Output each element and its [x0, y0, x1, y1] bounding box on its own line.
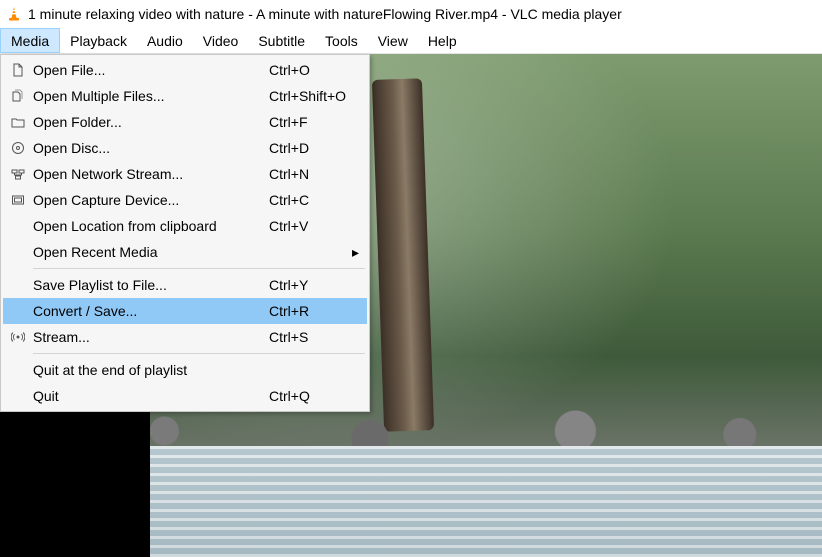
menu-item-label: Quit at the end of playlist [29, 362, 257, 378]
menu-item-shortcut: Ctrl+F [257, 114, 347, 130]
menu-item-shortcut: Ctrl+R [257, 303, 347, 319]
menu-item-label: Open Disc... [29, 140, 257, 156]
menu-item-label: Open Recent Media [29, 244, 257, 260]
menu-item-save-playlist[interactable]: Save Playlist to File... Ctrl+Y [3, 272, 367, 298]
menu-playback[interactable]: Playback [60, 28, 137, 53]
menu-item-open-recent-media[interactable]: Open Recent Media ▸ [3, 239, 367, 265]
media-menu-dropdown: Open File... Ctrl+O Open Multiple Files.… [0, 54, 370, 412]
menu-help[interactable]: Help [418, 28, 467, 53]
menu-item-open-network-stream[interactable]: Open Network Stream... Ctrl+N [3, 161, 367, 187]
files-icon [7, 89, 29, 103]
menu-item-quit[interactable]: Quit Ctrl+Q [3, 383, 367, 409]
menu-item-label: Open Location from clipboard [29, 218, 257, 234]
menu-item-open-location-clipboard[interactable]: Open Location from clipboard Ctrl+V [3, 213, 367, 239]
menu-separator [33, 268, 365, 269]
menu-tools[interactable]: Tools [315, 28, 368, 53]
menu-item-quit-end-playlist[interactable]: Quit at the end of playlist [3, 357, 367, 383]
submenu-arrow-icon: ▸ [347, 244, 359, 261]
menu-item-shortcut: Ctrl+O [257, 62, 347, 78]
menu-item-open-folder[interactable]: Open Folder... Ctrl+F [3, 109, 367, 135]
window-title: 1 minute relaxing video with nature - A … [28, 6, 622, 22]
tree-trunk [372, 78, 434, 432]
menu-item-shortcut: Ctrl+Shift+O [257, 88, 347, 104]
capture-icon [7, 193, 29, 207]
menu-item-open-capture-device[interactable]: Open Capture Device... Ctrl+C [3, 187, 367, 213]
menu-item-shortcut: Ctrl+Q [257, 388, 347, 404]
menu-item-label: Open Capture Device... [29, 192, 257, 208]
disc-icon [7, 141, 29, 155]
network-icon [7, 167, 29, 181]
menu-separator [33, 353, 365, 354]
menu-item-shortcut: Ctrl+N [257, 166, 347, 182]
menu-item-open-file[interactable]: Open File... Ctrl+O [3, 57, 367, 83]
menu-item-shortcut: Ctrl+V [257, 218, 347, 234]
menu-item-open-multiple-files[interactable]: Open Multiple Files... Ctrl+Shift+O [3, 83, 367, 109]
file-icon [7, 63, 29, 77]
vlc-cone-icon [6, 6, 22, 22]
menu-subtitle[interactable]: Subtitle [248, 28, 315, 53]
stream-icon [7, 330, 29, 344]
menu-item-label: Open Network Stream... [29, 166, 257, 182]
menu-item-stream[interactable]: Stream... Ctrl+S [3, 324, 367, 350]
menu-item-open-disc[interactable]: Open Disc... Ctrl+D [3, 135, 367, 161]
menu-item-label: Open Multiple Files... [29, 88, 257, 104]
menu-item-convert-save[interactable]: Convert / Save... Ctrl+R [3, 298, 367, 324]
folder-icon [7, 115, 29, 129]
menu-audio[interactable]: Audio [137, 28, 193, 53]
menu-item-shortcut: Ctrl+D [257, 140, 347, 156]
menu-item-shortcut: Ctrl+Y [257, 277, 347, 293]
menu-item-shortcut: Ctrl+S [257, 329, 347, 345]
menu-media[interactable]: Media [0, 28, 60, 53]
menu-video[interactable]: Video [193, 28, 249, 53]
titlebar: 1 minute relaxing video with nature - A … [0, 0, 822, 28]
menu-item-label: Quit [29, 388, 257, 404]
menu-item-label: Stream... [29, 329, 257, 345]
menu-item-shortcut: Ctrl+C [257, 192, 347, 208]
menu-item-label: Convert / Save... [29, 303, 257, 319]
menu-item-label: Open Folder... [29, 114, 257, 130]
menu-view[interactable]: View [368, 28, 418, 53]
menubar: Media Playback Audio Video Subtitle Tool… [0, 28, 822, 54]
menu-item-label: Open File... [29, 62, 257, 78]
menu-item-label: Save Playlist to File... [29, 277, 257, 293]
